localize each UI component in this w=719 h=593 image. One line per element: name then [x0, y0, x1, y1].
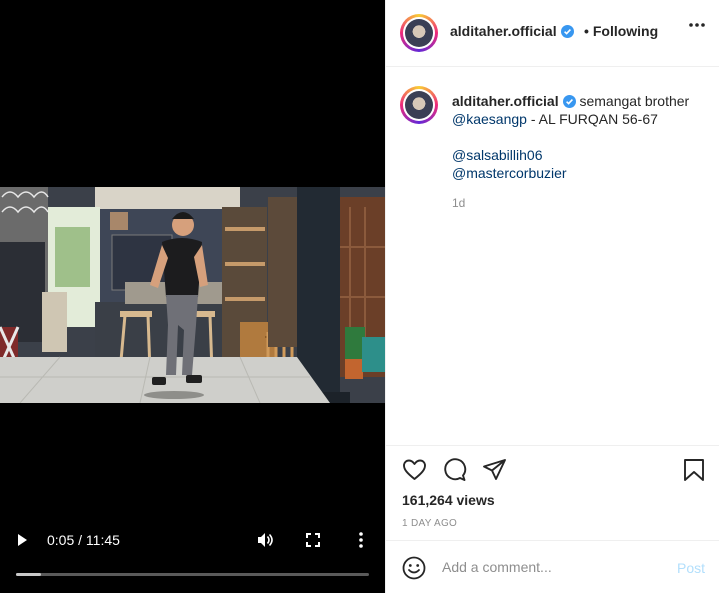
verified-badge-icon: [560, 25, 574, 38]
follow-status[interactable]: • Following: [584, 23, 658, 39]
post-actions: 161,264 views 1 DAY AGO: [386, 445, 719, 540]
header-username[interactable]: alditaher.official: [450, 23, 557, 39]
post-header: alditaher.official • Following: [386, 0, 719, 67]
header-user-line: alditaher.official • Following: [450, 23, 658, 41]
post-caption: alditaher.official semangat brother @kae…: [386, 67, 719, 445]
follow-status-label: Following: [592, 23, 659, 39]
emoji-icon[interactable]: [402, 556, 426, 580]
caption-avatar[interactable]: [400, 86, 438, 124]
play-button[interactable]: [12, 530, 32, 550]
volume-button[interactable]: [255, 530, 275, 550]
caption-text: alditaher.official semangat brother @kae…: [452, 92, 702, 182]
more-horizontal-icon[interactable]: [689, 23, 705, 27]
video-controls: 0:05 / 11:45: [0, 518, 385, 593]
mention-link[interactable]: @kaesangp: [452, 111, 527, 127]
video-player[interactable]: 0:05 / 11:45: [0, 0, 385, 593]
video-time: 0:05 / 11:45: [47, 532, 120, 548]
video-options-button[interactable]: [351, 530, 371, 550]
more-vertical-icon: [359, 532, 363, 548]
video-frame[interactable]: [0, 187, 385, 403]
video-progress-bar[interactable]: [16, 573, 369, 576]
mention-link[interactable]: @mastercorbuzier: [452, 165, 567, 181]
comment-icon[interactable]: [442, 458, 467, 482]
views-count[interactable]: 161,264 views: [402, 492, 495, 508]
post-date[interactable]: 1 DAY AGO: [402, 518, 457, 529]
caption-body-2: - AL FURQAN 56-67: [530, 111, 658, 127]
send-icon[interactable]: [482, 458, 507, 482]
comment-input[interactable]: [442, 551, 652, 583]
bookmark-icon[interactable]: [683, 458, 705, 482]
caption-body: semangat brother: [579, 93, 690, 109]
post-comment-button[interactable]: Post: [677, 560, 705, 576]
video-progress-fill: [16, 573, 41, 576]
video-scene-image: [0, 187, 385, 403]
post-panel: alditaher.official • Following alditaher…: [385, 0, 719, 593]
verified-badge-icon: [562, 95, 576, 108]
avatar[interactable]: [400, 14, 438, 52]
caption-username[interactable]: alditaher.official: [452, 93, 559, 109]
mention-link[interactable]: @salsabillih06: [452, 147, 542, 163]
heart-icon[interactable]: [402, 458, 427, 482]
fullscreen-button[interactable]: [303, 530, 323, 550]
fullscreen-icon: [306, 533, 320, 547]
caption-time-ago[interactable]: 1d: [452, 196, 465, 210]
volume-icon: [258, 533, 273, 547]
comment-bar: Post: [386, 540, 719, 593]
play-icon: [18, 534, 27, 546]
